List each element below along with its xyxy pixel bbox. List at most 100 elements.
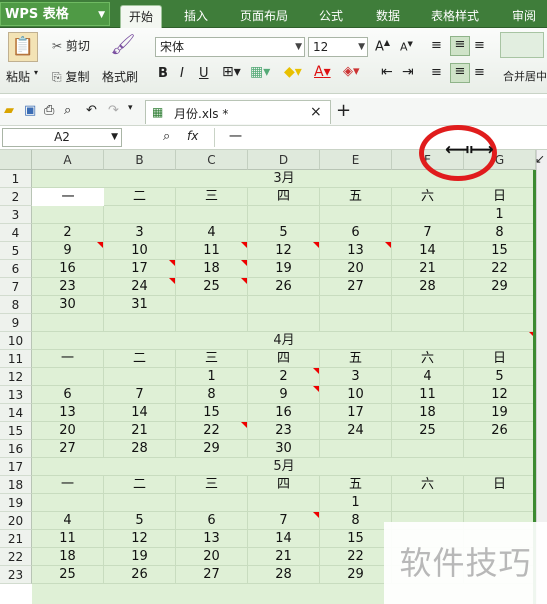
cell-e9[interactable] bbox=[320, 314, 392, 332]
indent-increase-icon[interactable]: ⇥ bbox=[402, 64, 414, 80]
underline-button[interactable]: U bbox=[199, 66, 209, 81]
cell-b20[interactable]: 5 bbox=[104, 512, 176, 530]
row-header-1[interactable]: 1 bbox=[0, 170, 32, 188]
column-header-a[interactable]: A bbox=[32, 150, 104, 170]
cell-b12[interactable] bbox=[104, 368, 176, 386]
cell-d9[interactable] bbox=[248, 314, 320, 332]
cell-f3[interactable] bbox=[392, 206, 464, 224]
cell-c7[interactable]: 25 bbox=[176, 278, 248, 296]
cell-f7[interactable]: 28 bbox=[392, 278, 464, 296]
chevron-down-icon[interactable]: ▾ bbox=[34, 68, 38, 77]
cut-button[interactable]: ✂ 剪切 bbox=[52, 37, 90, 54]
cell-e20[interactable]: 8 bbox=[320, 512, 392, 530]
cell-d6[interactable]: 19 bbox=[248, 260, 320, 278]
tab-table-style[interactable]: 表格样式 bbox=[424, 5, 486, 28]
cell-g18[interactable]: 日 bbox=[464, 476, 536, 494]
cell-d16[interactable]: 30 bbox=[248, 440, 320, 458]
row-header-19[interactable]: 19 bbox=[0, 494, 32, 512]
cell-b9[interactable] bbox=[104, 314, 176, 332]
cell-b11[interactable]: 二 bbox=[104, 350, 176, 368]
cell-a16[interactable]: 27 bbox=[32, 440, 104, 458]
row-header-11[interactable]: 11 bbox=[0, 350, 32, 368]
cell-a9[interactable] bbox=[32, 314, 104, 332]
function-button[interactable]: fx bbox=[187, 129, 198, 143]
cell-c19[interactable] bbox=[176, 494, 248, 512]
cell-e12[interactable]: 3 bbox=[320, 368, 392, 386]
row-header-20[interactable]: 20 bbox=[0, 512, 32, 530]
align-top-icon[interactable]: ≡ bbox=[431, 38, 442, 53]
fill-color-icon[interactable]: ◆▾ bbox=[284, 64, 302, 80]
cell-e23[interactable]: 29 bbox=[320, 566, 392, 584]
column-header-e[interactable]: E bbox=[320, 150, 392, 170]
cell-f14[interactable]: 18 bbox=[392, 404, 464, 422]
cell-a12[interactable] bbox=[32, 368, 104, 386]
document-tab[interactable]: ▦ 月份.xls * × bbox=[145, 100, 331, 124]
cell-e11[interactable]: 五 bbox=[320, 350, 392, 368]
cell-d8[interactable] bbox=[248, 296, 320, 314]
row-header-4[interactable]: 4 bbox=[0, 224, 32, 242]
cell-a5[interactable]: 9 bbox=[32, 242, 104, 260]
cell-b4[interactable]: 3 bbox=[104, 224, 176, 242]
row-header-2[interactable]: 2 bbox=[0, 188, 32, 206]
format-painter-button[interactable]: 格式刷 bbox=[102, 68, 138, 85]
cell-e21[interactable]: 15 bbox=[320, 530, 392, 548]
close-tab-icon[interactable]: × bbox=[310, 104, 322, 120]
cell-e15[interactable]: 24 bbox=[320, 422, 392, 440]
row-header-7[interactable]: 7 bbox=[0, 278, 32, 296]
align-left-icon[interactable]: ≡ bbox=[431, 65, 442, 80]
grow-font-button[interactable]: A▲ bbox=[375, 38, 390, 54]
row-header-16[interactable]: 16 bbox=[0, 440, 32, 458]
cell-d15[interactable]: 23 bbox=[248, 422, 320, 440]
new-tab-button[interactable]: + bbox=[336, 100, 351, 121]
cell-f2[interactable]: 六 bbox=[392, 188, 464, 206]
clear-format-icon[interactable]: ◈▾ bbox=[343, 64, 360, 79]
app-menu-button[interactable]: WPS 表格 ▼ bbox=[0, 2, 110, 26]
cell-g4[interactable]: 8 bbox=[464, 224, 536, 242]
month-title[interactable]: 4月 bbox=[32, 332, 536, 350]
cell-g15[interactable]: 26 bbox=[464, 422, 536, 440]
cell-d4[interactable]: 5 bbox=[248, 224, 320, 242]
cell-c18[interactable]: 三 bbox=[176, 476, 248, 494]
tab-review[interactable]: 审阅 bbox=[504, 5, 544, 28]
cell-f8[interactable] bbox=[392, 296, 464, 314]
brush-icon[interactable]: 🖌 bbox=[110, 32, 136, 58]
cell-a2[interactable]: 一 bbox=[32, 188, 104, 206]
column-header-d[interactable]: D bbox=[248, 150, 320, 170]
cell-a6[interactable]: 16 bbox=[32, 260, 104, 278]
row-header-21[interactable]: 21 bbox=[0, 530, 32, 548]
cell-f11[interactable]: 六 bbox=[392, 350, 464, 368]
cell-b5[interactable]: 10 bbox=[104, 242, 176, 260]
open-folder-icon[interactable]: ▰ bbox=[4, 103, 14, 118]
cell-c21[interactable]: 13 bbox=[176, 530, 248, 548]
cell-b19[interactable] bbox=[104, 494, 176, 512]
cell-e13[interactable]: 10 bbox=[320, 386, 392, 404]
row-header-9[interactable]: 9 bbox=[0, 314, 32, 332]
cell-a19[interactable] bbox=[32, 494, 104, 512]
merge-icon[interactable] bbox=[500, 32, 544, 58]
row-header-13[interactable]: 13 bbox=[0, 386, 32, 404]
cell-d18[interactable]: 四 bbox=[248, 476, 320, 494]
cell-c20[interactable]: 6 bbox=[176, 512, 248, 530]
align-right-icon[interactable]: ≡ bbox=[474, 65, 485, 80]
align-center-icon[interactable]: ≡ bbox=[450, 63, 470, 83]
row-header-23[interactable]: 23 bbox=[0, 566, 32, 584]
row-header-10[interactable]: 10 bbox=[0, 332, 32, 350]
cell-c5[interactable]: 11 bbox=[176, 242, 248, 260]
cell-f12[interactable]: 4 bbox=[392, 368, 464, 386]
italic-button[interactable]: I bbox=[180, 66, 184, 81]
cell-d19[interactable] bbox=[248, 494, 320, 512]
cell-d3[interactable] bbox=[248, 206, 320, 224]
cell-e19[interactable]: 1 bbox=[320, 494, 392, 512]
cell-b6[interactable]: 17 bbox=[104, 260, 176, 278]
row-header-18[interactable]: 18 bbox=[0, 476, 32, 494]
row-header-12[interactable]: 12 bbox=[0, 368, 32, 386]
fill-pattern-icon[interactable]: ▦▾ bbox=[250, 64, 270, 80]
cell-a13[interactable]: 6 bbox=[32, 386, 104, 404]
cell-a14[interactable]: 13 bbox=[32, 404, 104, 422]
cell-c12[interactable]: 1 bbox=[176, 368, 248, 386]
cell-b7[interactable]: 24 bbox=[104, 278, 176, 296]
print-icon[interactable]: ⎙ bbox=[44, 103, 54, 118]
cell-e8[interactable] bbox=[320, 296, 392, 314]
cell-e5[interactable]: 13 bbox=[320, 242, 392, 260]
row-header-14[interactable]: 14 bbox=[0, 404, 32, 422]
